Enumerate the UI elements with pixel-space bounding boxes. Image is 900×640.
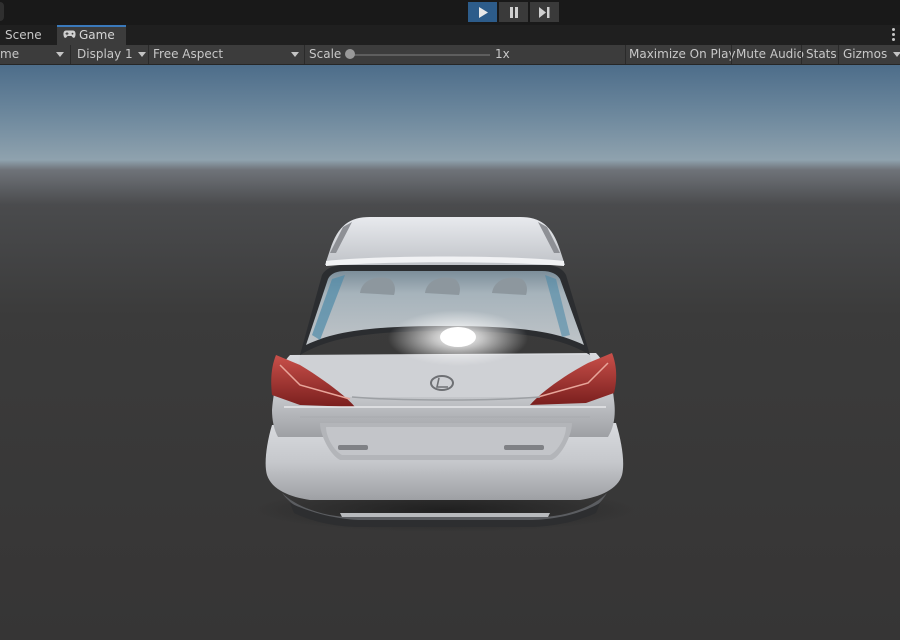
aspect-dropdown[interactable]: Free Aspect bbox=[153, 45, 305, 64]
scale-slider-handle[interactable] bbox=[345, 49, 355, 59]
gamepad-icon bbox=[63, 27, 76, 44]
unity-editor-game-window: Scene Game me Display 1 Free Aspect Scal… bbox=[0, 0, 900, 640]
game-view-dropdown-label: me bbox=[0, 47, 20, 61]
play-controls bbox=[468, 2, 559, 22]
divider bbox=[625, 45, 626, 64]
aspect-dropdown-label: Free Aspect bbox=[153, 47, 224, 61]
gizmos-dropdown[interactable]: Gizmos bbox=[843, 45, 900, 64]
play-toolbar bbox=[0, 0, 900, 25]
play-button[interactable] bbox=[468, 2, 497, 22]
chevron-down-icon bbox=[291, 52, 299, 57]
chevron-down-icon bbox=[138, 52, 146, 57]
tab-game[interactable]: Game bbox=[57, 25, 126, 45]
divider bbox=[731, 45, 732, 64]
gizmos-label: Gizmos bbox=[843, 47, 888, 61]
tab-scene-label: Scene bbox=[5, 28, 42, 42]
mute-audio-toggle[interactable]: Mute Audio bbox=[736, 45, 804, 64]
scale-slider-track[interactable] bbox=[350, 54, 490, 56]
scale-value: 1x bbox=[495, 47, 510, 61]
maximize-on-play-toggle[interactable]: Maximize On Play bbox=[629, 45, 736, 64]
divider bbox=[801, 45, 802, 64]
chevron-down-icon bbox=[56, 52, 64, 57]
pause-icon bbox=[509, 6, 518, 18]
divider bbox=[304, 45, 305, 64]
game-view-dropdown[interactable]: me bbox=[0, 45, 70, 64]
stats-toggle[interactable]: Stats bbox=[806, 45, 837, 64]
display-dropdown-label: Display 1 bbox=[77, 47, 133, 61]
scale-label: Scale bbox=[309, 47, 342, 61]
tab-bar: Scene Game bbox=[0, 25, 900, 45]
step-button[interactable] bbox=[530, 2, 559, 22]
divider bbox=[838, 45, 839, 64]
pause-button[interactable] bbox=[499, 2, 528, 22]
tab-game-label: Game bbox=[79, 28, 115, 42]
play-icon bbox=[478, 6, 488, 18]
car-render bbox=[255, 217, 635, 532]
chevron-down-icon bbox=[893, 52, 900, 57]
game-toolbar: me Display 1 Free Aspect Scale 1x Maximi… bbox=[0, 45, 900, 65]
display-dropdown[interactable]: Display 1 bbox=[77, 45, 147, 64]
divider bbox=[70, 45, 71, 64]
tab-scene[interactable]: Scene bbox=[0, 25, 55, 45]
divider bbox=[148, 45, 149, 64]
more-options-icon[interactable] bbox=[892, 28, 896, 41]
toolbar-corner bbox=[0, 2, 4, 21]
step-icon bbox=[539, 6, 550, 18]
game-viewport[interactable] bbox=[0, 65, 900, 640]
